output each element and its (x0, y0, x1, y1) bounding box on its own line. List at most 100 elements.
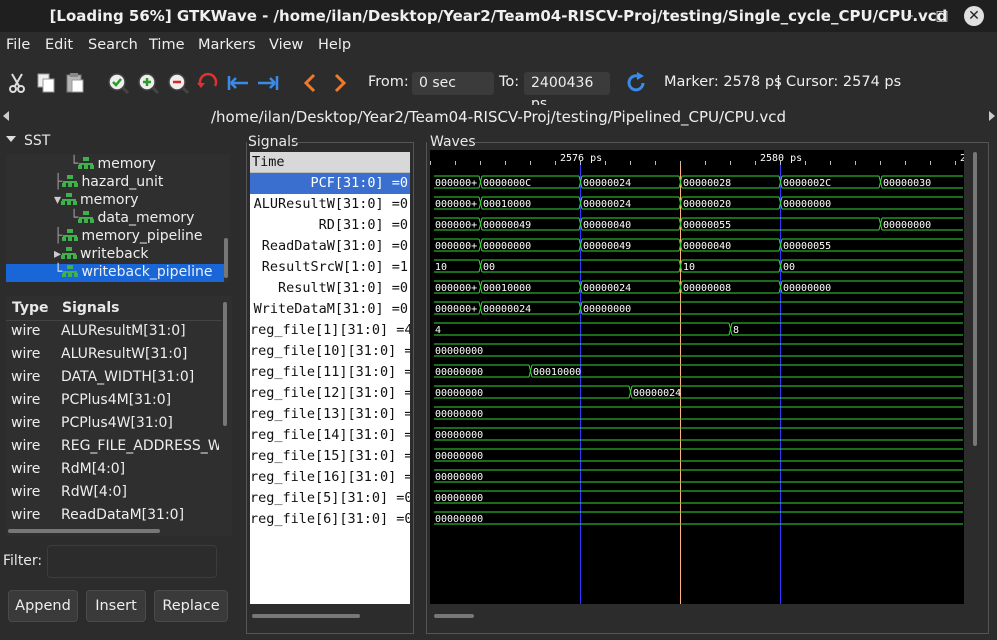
cut-icon[interactable] (5, 70, 29, 96)
menu-view[interactable]: View (269, 37, 303, 53)
next-icon[interactable] (328, 70, 352, 96)
signal-list-row[interactable]: wire PCPlus4W[31:0] (6, 412, 220, 435)
goto-end-icon[interactable] (256, 70, 280, 96)
file-tab[interactable]: /home/ilan/Desktop/Year2/Team04-RISCV-Pr… (0, 105, 997, 130)
paste-icon[interactable] (63, 70, 87, 96)
waves-vscrollbar[interactable] (973, 152, 977, 446)
copy-icon[interactable] (34, 70, 58, 96)
waveform-row[interactable]: 00000000 (434, 343, 963, 357)
waveform-row[interactable]: 00000000 00010000 (434, 364, 963, 378)
signals-column-header[interactable]: Signals (62, 300, 119, 316)
waves-canvas[interactable]: 2576 ps 2580 ps 2 000000+ 0000000C 00000024 00… (430, 150, 964, 604)
close-button[interactable]: ✕ (964, 6, 984, 26)
signal-list-row[interactable]: wire DATA_WIDTH[31:0] (6, 366, 220, 389)
waveform-value: 00010000 (483, 199, 531, 210)
signal-row[interactable]: reg_file[11][31:0] =0 (250, 362, 410, 383)
menu-help[interactable]: Help (318, 37, 351, 53)
waves-hscrollbar[interactable] (434, 614, 474, 618)
menu-markers[interactable]: Markers (198, 37, 256, 53)
from-input[interactable]: 0 sec (412, 72, 494, 95)
signal-row[interactable]: reg_file[13][31:0] =0 (250, 404, 410, 425)
signal-list-row[interactable]: wire RdM[4:0] (6, 458, 220, 481)
zoom-in-icon[interactable] (136, 70, 160, 96)
menu-search[interactable]: Search (88, 37, 138, 53)
waveform-row[interactable]: 48 (434, 322, 963, 336)
insert-button[interactable]: Insert (86, 590, 146, 622)
tree-item-label: hazard_unit (81, 174, 164, 190)
menu-time[interactable]: Time (149, 37, 185, 53)
signal-type: wire (11, 507, 41, 523)
time-ruler[interactable] (430, 150, 964, 165)
signal-row[interactable]: ResultW[31:0] =0 (250, 278, 410, 299)
menu-edit[interactable]: Edit (45, 37, 73, 53)
signal-row[interactable]: reg_file[10][31:0] =0 (250, 341, 410, 362)
tree-item-label: writeback (80, 246, 149, 262)
replace-button[interactable]: Replace (154, 590, 228, 622)
signal-row[interactable]: reg_file[14][31:0] =0 (250, 425, 410, 446)
tree-item-hazard-unit[interactable]: ├ hazard_unit (54, 173, 163, 191)
prev-icon[interactable] (298, 70, 322, 96)
waveform-segment (434, 406, 963, 420)
signal-list-row[interactable]: wire RdW[4:0] (6, 481, 220, 504)
signal-row[interactable]: reg_file[5][31:0] =0 (250, 488, 410, 509)
append-button[interactable]: Append (8, 590, 78, 622)
signal-row[interactable]: reg_file[12][31:0] =0 (250, 383, 410, 404)
minimize-button[interactable]: – (900, 6, 920, 26)
sst-scrollbar[interactable] (224, 238, 228, 278)
waveform-row[interactable]: 00000000 (434, 469, 963, 483)
signal-row[interactable]: ReadDataW[31:0] =0 (250, 236, 410, 257)
pane-divider[interactable] (240, 130, 243, 640)
tree-item-writeback-pipeline[interactable]: └ writeback_pipeline (54, 263, 212, 281)
waveform-row[interactable]: 00000000 (434, 406, 963, 420)
waveform-row[interactable]: 00000000 (434, 511, 963, 525)
signal-list-hscrollbar[interactable] (8, 529, 160, 533)
goto-start-icon[interactable] (226, 70, 250, 96)
reload-icon[interactable] (624, 70, 648, 96)
sst-expander-icon[interactable] (6, 136, 16, 142)
waveform-value: 00000000 (435, 346, 483, 357)
waveform-row[interactable]: 00000000 (434, 427, 963, 441)
signal-row[interactable]: reg_file[15][31:0] =0 (250, 446, 410, 467)
signal-list-row[interactable]: wire REG_FILE_ADDRESS_WI (6, 435, 220, 458)
signal-list-row[interactable]: wire ReadDataM[31:0] (6, 504, 220, 527)
tree-item-memory-pipeline[interactable]: ├ memory_pipeline (54, 227, 202, 245)
type-column-header[interactable]: Type (12, 300, 49, 316)
waveform-row[interactable]: 000000+ 00010000 00000024 00000008 00000000 (434, 280, 963, 294)
signal-list-vscrollbar[interactable] (223, 302, 227, 426)
maximize-button[interactable]: □ (932, 6, 952, 26)
waveform-row[interactable]: 10 00 10 00 (434, 259, 963, 273)
signal-row[interactable]: PCF[31:0] =0 (250, 173, 410, 194)
tree-item-memory[interactable]: └ memory (70, 155, 156, 173)
to-input[interactable]: 2400436 ps (524, 72, 610, 112)
zoom-fit-icon[interactable] (106, 70, 130, 96)
signal-row[interactable]: reg_file[1][31:0] =4 (250, 320, 410, 341)
tree-item-writeback[interactable]: ▸ writeback (54, 245, 149, 263)
waveform-row[interactable]: 000000+ 00000000 00000049 00000040 00000055 (434, 238, 963, 252)
time-header[interactable]: Time (250, 152, 410, 173)
signal-row[interactable]: RD[31:0] =0 (250, 215, 410, 236)
signal-row[interactable]: WriteDataM[31:0] =0 (250, 299, 410, 320)
waveform-row[interactable]: 00000000 (434, 448, 963, 462)
zoom-out-icon[interactable] (166, 70, 190, 96)
waveform-row[interactable]: 00000000 (434, 490, 963, 504)
signals-hscrollbar[interactable] (252, 614, 360, 618)
pane-divider-waves[interactable] (420, 130, 423, 640)
waveform-row[interactable]: 000000+ 00010000 00000024 00000020 00000000 (434, 196, 963, 210)
tree-item-memory-group[interactable]: ▾ memory (54, 191, 139, 209)
waveform-row[interactable]: 00000000 00000024 (434, 385, 963, 399)
menu-file[interactable]: File (6, 37, 30, 53)
waveform-value: 00000000 (435, 409, 483, 420)
signal-row[interactable]: reg_file[16][31:0] =0 (250, 467, 410, 488)
waveform-row[interactable]: 000000+ 0000000C 00000024 00000028 0000002C 0… (434, 175, 963, 189)
signal-row[interactable]: ALUResultW[31:0] =0 (250, 194, 410, 215)
waveform-row[interactable]: 000000+ 00000049 00000040 00000055 00000000 (434, 217, 963, 231)
signal-row[interactable]: reg_file[6][31:0] =0 (250, 509, 410, 530)
filter-input[interactable] (47, 545, 217, 578)
signal-row[interactable]: ResultSrcW[1:0] =1 (250, 257, 410, 278)
tree-item-data-memory[interactable]: └ data_memory (70, 209, 194, 227)
undo-icon[interactable] (195, 70, 219, 96)
waveform-row[interactable]: 000000+ 00000024 00000000 (434, 301, 963, 315)
signal-list-row[interactable]: wire PCPlus4M[31:0] (6, 389, 220, 412)
signal-list-row[interactable]: wire ALUResultM[31:0] (6, 320, 220, 343)
signal-list-row[interactable]: wire ALUResultW[31:0] (6, 343, 220, 366)
